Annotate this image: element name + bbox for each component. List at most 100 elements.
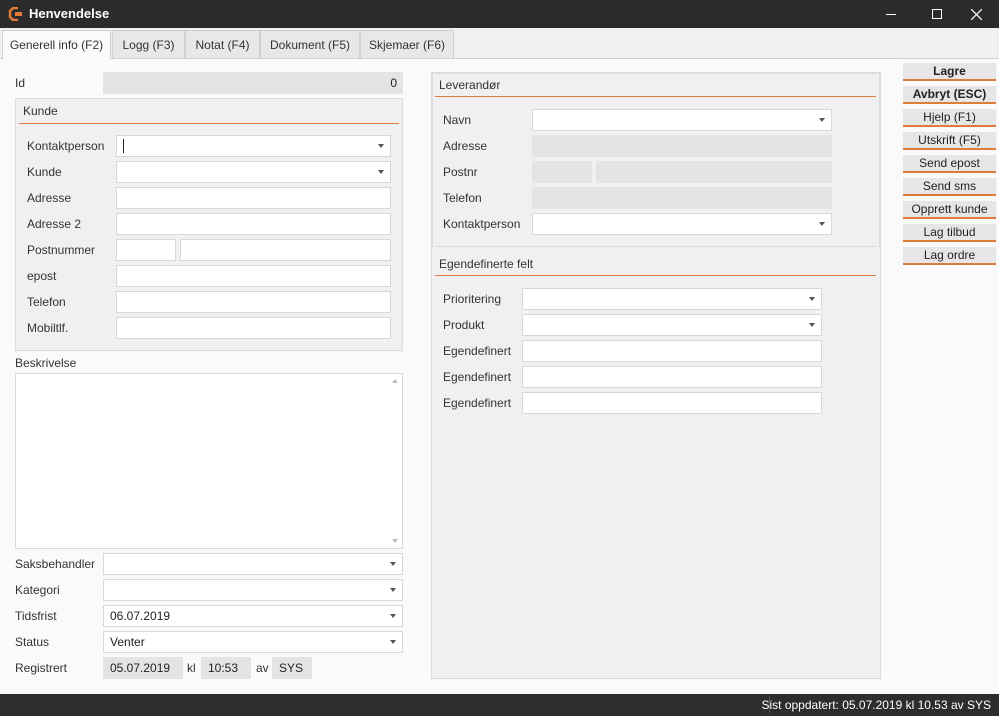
send-epost-button[interactable]: Send epost [903, 155, 996, 173]
chevron-down-icon [809, 323, 815, 327]
egendefinert-1-label: Egendefinert [443, 344, 512, 358]
beskrivelse-textarea[interactable] [15, 373, 403, 549]
saksbehandler-label: Saksbehandler [15, 557, 96, 571]
leverandor-postnr-label: Postnr [443, 165, 478, 179]
chevron-down-icon [378, 144, 384, 148]
status-value: Venter [110, 635, 145, 649]
lag-ordre-button[interactable]: Lag ordre [903, 247, 996, 265]
kunde-kontaktperson-select[interactable] [116, 135, 391, 157]
registrert-user: SYS [279, 661, 304, 675]
leverandor-group-title: Leverandør [439, 78, 501, 92]
opprett-kunde-button[interactable]: Opprett kunde [903, 201, 996, 219]
status-text: Sist oppdatert: 05.07.2019 kl 10.53 av S… [761, 698, 992, 712]
registrert-av-label: av [256, 661, 269, 675]
title-bar: Henvendelse [0, 0, 999, 28]
tab-skjemaer[interactable]: Skjemaer (F6) [360, 30, 454, 58]
chevron-down-icon [819, 222, 825, 226]
registrert-label: Registrert [15, 661, 68, 675]
tab-generell-info[interactable]: Generell info (F2) [2, 30, 111, 59]
app-logo-icon [8, 6, 24, 22]
close-button[interactable] [953, 0, 999, 28]
kategori-select[interactable] [103, 579, 403, 601]
kunde-adresse-input[interactable] [116, 187, 391, 209]
tidsfrist-datepicker[interactable]: 06.07.2019 [103, 605, 403, 627]
window-title: Henvendelse [29, 6, 110, 21]
minimize-button[interactable] [868, 0, 914, 28]
id-field: 0 [103, 72, 403, 94]
chevron-down-icon [390, 588, 396, 592]
egendefinert-3-input[interactable] [522, 392, 822, 414]
registrert-kl-label: kl [187, 661, 196, 675]
chevron-down-icon [390, 562, 396, 566]
lag-tilbud-button[interactable]: Lag tilbud [903, 224, 996, 242]
scroll-up-icon[interactable] [392, 379, 398, 383]
prioritering-select[interactable] [522, 288, 822, 310]
leverandor-adresse-label: Adresse [443, 139, 488, 153]
egendefinerte-group-title: Egendefinerte felt [439, 257, 534, 271]
registrert-user-field: SYS [272, 657, 312, 679]
kunde-epost-label: epost [27, 269, 57, 283]
tidsfrist-value: 06.07.2019 [110, 609, 171, 623]
registrert-date: 05.07.2019 [110, 661, 171, 675]
registrert-time-field: 10:53 [201, 657, 251, 679]
leverandor-adresse-field [532, 135, 832, 157]
leverandor-telefon-label: Telefon [443, 191, 482, 205]
kunde-poststed-input[interactable] [180, 239, 391, 261]
kunde-adresse-label: Adresse [27, 191, 72, 205]
send-sms-button[interactable]: Send sms [903, 178, 996, 196]
prioritering-label: Prioritering [443, 292, 502, 306]
kunde-kunde-label: Kunde [27, 165, 62, 179]
chevron-down-icon [819, 118, 825, 122]
egendefinert-3-label: Egendefinert [443, 396, 512, 410]
kunde-kontaktperson-label: Kontaktperson [27, 139, 105, 153]
egendefinert-2-label: Egendefinert [443, 370, 512, 384]
produkt-select[interactable] [522, 314, 822, 336]
status-label: Status [15, 635, 50, 649]
egendefinerte-divider [435, 275, 876, 276]
leverandor-poststed-field [596, 161, 832, 183]
status-bar: Sist oppdatert: 05.07.2019 kl 10.53 av S… [0, 694, 999, 716]
id-value: 0 [390, 76, 397, 90]
registrert-date-field: 05.07.2019 [103, 657, 183, 679]
egendefinert-2-input[interactable] [522, 366, 822, 388]
hjelp-button[interactable]: Hjelp (F1) [903, 109, 996, 127]
kunde-adresse2-label: Adresse 2 [27, 217, 82, 231]
kunde-select[interactable] [116, 161, 391, 183]
leverandor-divider [435, 96, 876, 97]
kategori-label: Kategori [15, 583, 60, 597]
leverandor-kontaktperson-label: Kontaktperson [443, 217, 521, 231]
chevron-down-icon [390, 640, 396, 644]
tidsfrist-label: Tidsfrist [15, 609, 57, 623]
saksbehandler-select[interactable] [103, 553, 403, 575]
leverandor-navn-select[interactable] [532, 109, 832, 131]
text-cursor [123, 139, 124, 153]
egendefinert-1-input[interactable] [522, 340, 822, 362]
kunde-mobil-input[interactable] [116, 317, 391, 339]
tab-notat[interactable]: Notat (F4) [185, 30, 260, 58]
utskrift-button[interactable]: Utskrift (F5) [903, 132, 996, 150]
kunde-telefon-input[interactable] [116, 291, 391, 313]
kunde-mobil-label: Mobiltlf. [27, 321, 69, 335]
tab-logg[interactable]: Logg (F3) [112, 30, 185, 58]
kunde-postnummer-input[interactable] [116, 239, 176, 261]
close-icon [970, 8, 982, 20]
kunde-telefon-label: Telefon [27, 295, 66, 309]
chevron-down-icon [390, 614, 396, 618]
id-label: Id [15, 76, 26, 90]
lagre-button[interactable]: Lagre [903, 63, 996, 81]
tab-dokument[interactable]: Dokument (F5) [260, 30, 360, 58]
kunde-epost-input[interactable] [116, 265, 391, 287]
registrert-time: 10:53 [208, 661, 239, 675]
avbryt-button[interactable]: Avbryt (ESC) [903, 86, 996, 104]
chevron-down-icon [809, 297, 815, 301]
leverandor-kontaktperson-select[interactable] [532, 213, 832, 235]
scroll-down-icon[interactable] [392, 539, 398, 543]
leverandor-telefon-field [532, 187, 832, 209]
kunde-adresse2-input[interactable] [116, 213, 391, 235]
produkt-label: Produkt [443, 318, 485, 332]
beskrivelse-label: Beskrivelse [15, 356, 77, 370]
kunde-group-title: Kunde [23, 104, 58, 118]
leverandor-postnr-field [532, 161, 592, 183]
status-select[interactable]: Venter [103, 631, 403, 653]
maximize-icon [932, 9, 942, 19]
